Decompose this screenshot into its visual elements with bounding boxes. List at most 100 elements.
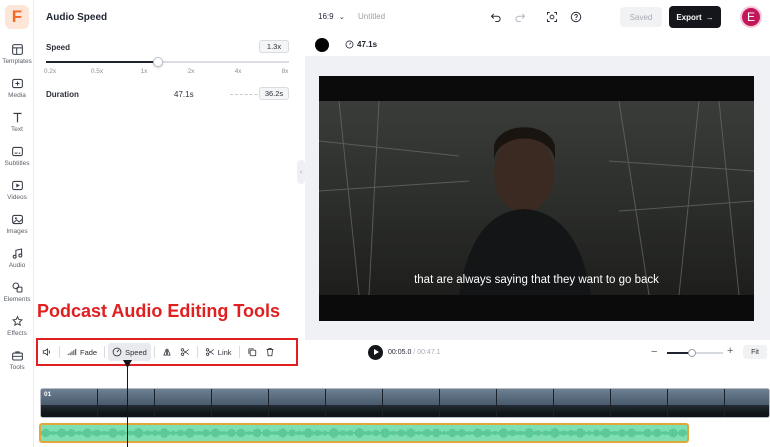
sidebar-item-media[interactable]: Media (0, 77, 34, 109)
sidebar-item-images[interactable]: Images (0, 213, 34, 245)
app-logo[interactable]: F (5, 5, 29, 29)
collapse-panel-handle[interactable]: ‹ (297, 160, 305, 184)
zoom-in-icon[interactable]: + (727, 345, 733, 357)
video-frame-image (319, 100, 754, 296)
flip-icon (163, 348, 171, 356)
zoom-slider[interactable] (667, 349, 723, 357)
speed-value-input[interactable]: 1.3x (259, 40, 289, 53)
text-icon (12, 112, 22, 123)
snapshot-icon[interactable] (544, 9, 560, 25)
media-icon (11, 78, 23, 89)
tools-icon (11, 351, 23, 361)
speed-icon (112, 347, 122, 357)
video-subtitle: that are always saying that they want to… (414, 274, 659, 286)
project-title[interactable]: Untitled (358, 12, 385, 21)
delete-button[interactable] (261, 343, 279, 361)
speed-slider-fill (46, 61, 159, 63)
sidebar-item-label: Text (11, 126, 23, 133)
video-preview[interactable]: that are always saying that they want to… (319, 76, 754, 321)
canvas-toolbar: 47.1s (305, 34, 770, 56)
clip-label: 01 (44, 391, 52, 398)
canvas-area: 47.1s that are always saying that they w… (305, 34, 770, 340)
undo-icon[interactable] (488, 9, 504, 25)
speed-label: Speed (46, 43, 71, 52)
images-icon (11, 214, 23, 225)
divider (196, 346, 198, 358)
sidebar-item-elements[interactable]: Elements (0, 281, 34, 313)
flip-button[interactable] (158, 343, 176, 361)
video-frame (319, 100, 754, 296)
aspect-ratio-value: 16:9 (318, 12, 334, 21)
zoom-slider-thumb[interactable] (688, 349, 697, 357)
sidebar-item-label: Templates (2, 58, 32, 65)
audio-track-clip[interactable] (39, 423, 689, 443)
play-button[interactable] (368, 345, 383, 360)
avatar[interactable]: E (740, 6, 762, 28)
fit-button[interactable]: Fit (743, 345, 767, 359)
timeline: 01 (34, 368, 770, 447)
canvas-duration-value: 47.1s (357, 40, 378, 49)
duplicate-button[interactable] (243, 343, 261, 361)
speed-slider[interactable] (46, 57, 289, 67)
divider (104, 346, 106, 358)
timer-icon (345, 40, 354, 49)
help-icon[interactable] (568, 9, 584, 25)
audio-waveform (41, 428, 687, 438)
duration-new-value: 36.2s (259, 87, 289, 100)
filmstrip-frame (440, 389, 497, 417)
filmstrip-frame (554, 389, 611, 417)
avatar-letter: E (746, 10, 755, 24)
divider (238, 346, 240, 358)
sidebar-item-label: Subtitles (4, 160, 30, 167)
audio-icon (12, 248, 22, 259)
sidebar-item-label: Audio (8, 262, 26, 269)
video-track-clip[interactable]: 01 (40, 388, 770, 418)
speed-tick-label: 0.5x (90, 68, 104, 75)
volume-button[interactable] (38, 343, 56, 361)
speed-tick-label: 0.2x (43, 68, 57, 75)
effects-icon (11, 315, 23, 327)
redo-icon[interactable] (512, 9, 528, 25)
fade-label: Fade (80, 347, 98, 357)
export-button[interactable]: Export → (669, 6, 721, 28)
sidebar-item-templates[interactable]: Templates (0, 43, 34, 75)
annotation-label: Podcast Audio Editing Tools (37, 301, 280, 321)
chevron-down-icon: ⌄ (338, 14, 345, 21)
sidebar-item-videos[interactable]: Videos (0, 179, 34, 211)
sidebar-item-subtitles[interactable]: Subtitles (0, 145, 34, 177)
playback-time: 00:05.0 / 00:47.1 (388, 349, 441, 356)
templates-icon (11, 44, 23, 55)
sidebar-item-audio[interactable]: Audio (0, 247, 34, 279)
elements-icon (12, 282, 22, 293)
speed-tick-label: 8x (281, 68, 289, 75)
divider (59, 346, 60, 358)
split-button[interactable] (176, 343, 194, 361)
audio-speed-panel: Audio Speed Speed 1.3x 0.2x 0.5x 1x 2x 4x 8x … (34, 0, 300, 340)
aspect-ratio-select[interactable]: 16:9 ⌄ (318, 12, 345, 21)
filmstrip-frame (383, 389, 440, 417)
duplicate-icon (248, 348, 256, 357)
canvas-duration[interactable]: 47.1s (345, 40, 377, 49)
clip-toolbar: Fade Speed Link (38, 342, 279, 362)
filmstrip-frame (326, 389, 383, 417)
link-button[interactable]: Link (201, 343, 236, 361)
filmstrip-frame (611, 389, 668, 417)
playhead[interactable] (127, 362, 128, 447)
speed-slider-thumb[interactable] (153, 57, 164, 67)
sidebar-item-label: Elements (3, 296, 31, 303)
filmstrip-frame (212, 389, 269, 417)
sidebar-item-text[interactable]: Text (0, 111, 34, 143)
zoom-out-icon[interactable]: − (651, 346, 657, 358)
divider (153, 346, 155, 358)
duration-label: Duration (46, 90, 79, 99)
sidebar-item-tools[interactable]: Tools (0, 349, 34, 381)
sidebar-item-effects[interactable]: Effects (0, 315, 34, 347)
filmstrip-frame (155, 389, 212, 417)
logo-letter: F (11, 7, 23, 26)
background-color-swatch[interactable] (315, 38, 329, 52)
speed-button[interactable]: Speed (108, 343, 151, 361)
volume-icon (42, 348, 50, 356)
fade-button[interactable]: Fade (63, 343, 101, 361)
top-bar: 16:9 ⌄ Untitled Saved Export → E (300, 0, 770, 34)
total-time: 00:47.1 (417, 349, 441, 356)
